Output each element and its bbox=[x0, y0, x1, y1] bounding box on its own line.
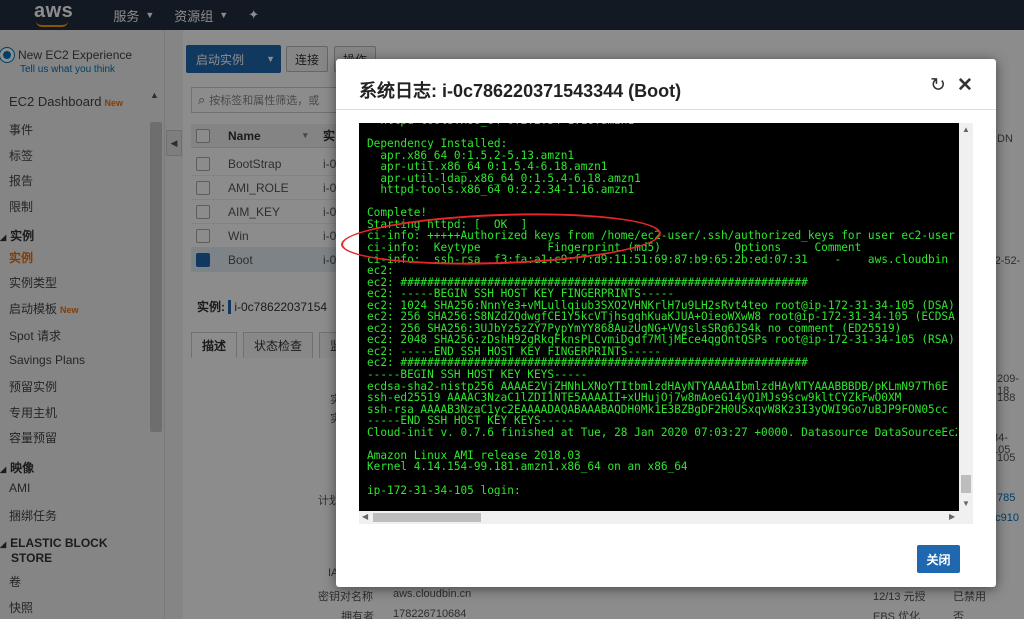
scroll-up-icon[interactable]: ▲ bbox=[962, 125, 970, 134]
log-line: -----BEGIN SSH HOST KEY KEYS----- bbox=[367, 368, 588, 382]
scrollbar-corner bbox=[959, 511, 973, 524]
log-line: ip-172-31-34-105 login: bbox=[367, 483, 521, 497]
log-line: apr-util.x86_64 0:1.5.4-6.18.amzn1 bbox=[367, 160, 608, 174]
refresh-icon[interactable]: ↻ bbox=[930, 74, 946, 97]
system-log-dialog: 系统日志: i-0c786220371543344 (Boot) ↻ ✕ htt… bbox=[336, 59, 996, 587]
close-icon[interactable]: ✕ bbox=[957, 74, 973, 97]
log-line: httpd-tools.x86_64 0:2.2.34-1.16.amzn1 bbox=[367, 183, 635, 197]
log-line: Dependency Installed: bbox=[367, 137, 508, 151]
scroll-thumb[interactable] bbox=[373, 513, 481, 522]
log-line: ssh-ed25519 AAAAC3NzaC1lZDI1NTE5AAAAII+x… bbox=[367, 391, 902, 405]
system-log-text: httpd-tools.x86_64 0:2.2.34-1.16.amzn1 D… bbox=[367, 123, 957, 496]
close-button[interactable]: 关闭 bbox=[917, 545, 960, 573]
dialog-divider bbox=[336, 109, 996, 110]
scroll-right-icon[interactable]: ▶ bbox=[949, 512, 955, 521]
horizontal-scrollbar[interactable]: ◀ ▶ bbox=[359, 511, 959, 524]
log-line: Cloud-init v. 0.7.6 finished at Tue, 28 … bbox=[367, 425, 957, 439]
log-line: Kernel 4.14.154-99.181.amzn1.x86_64 on a… bbox=[367, 460, 688, 474]
log-line: ec2: bbox=[367, 264, 394, 278]
scroll-down-icon[interactable]: ▼ bbox=[962, 499, 970, 508]
system-log-console[interactable]: httpd-tools.x86_64 0:2.2.34-1.16.amzn1 D… bbox=[359, 123, 973, 524]
scroll-left-icon[interactable]: ◀ bbox=[362, 512, 368, 521]
scroll-thumb[interactable] bbox=[961, 475, 971, 493]
vertical-scrollbar[interactable]: ▲ ▼ bbox=[959, 123, 973, 511]
dialog-title: 系统日志: i-0c786220371543344 (Boot) bbox=[359, 81, 682, 101]
